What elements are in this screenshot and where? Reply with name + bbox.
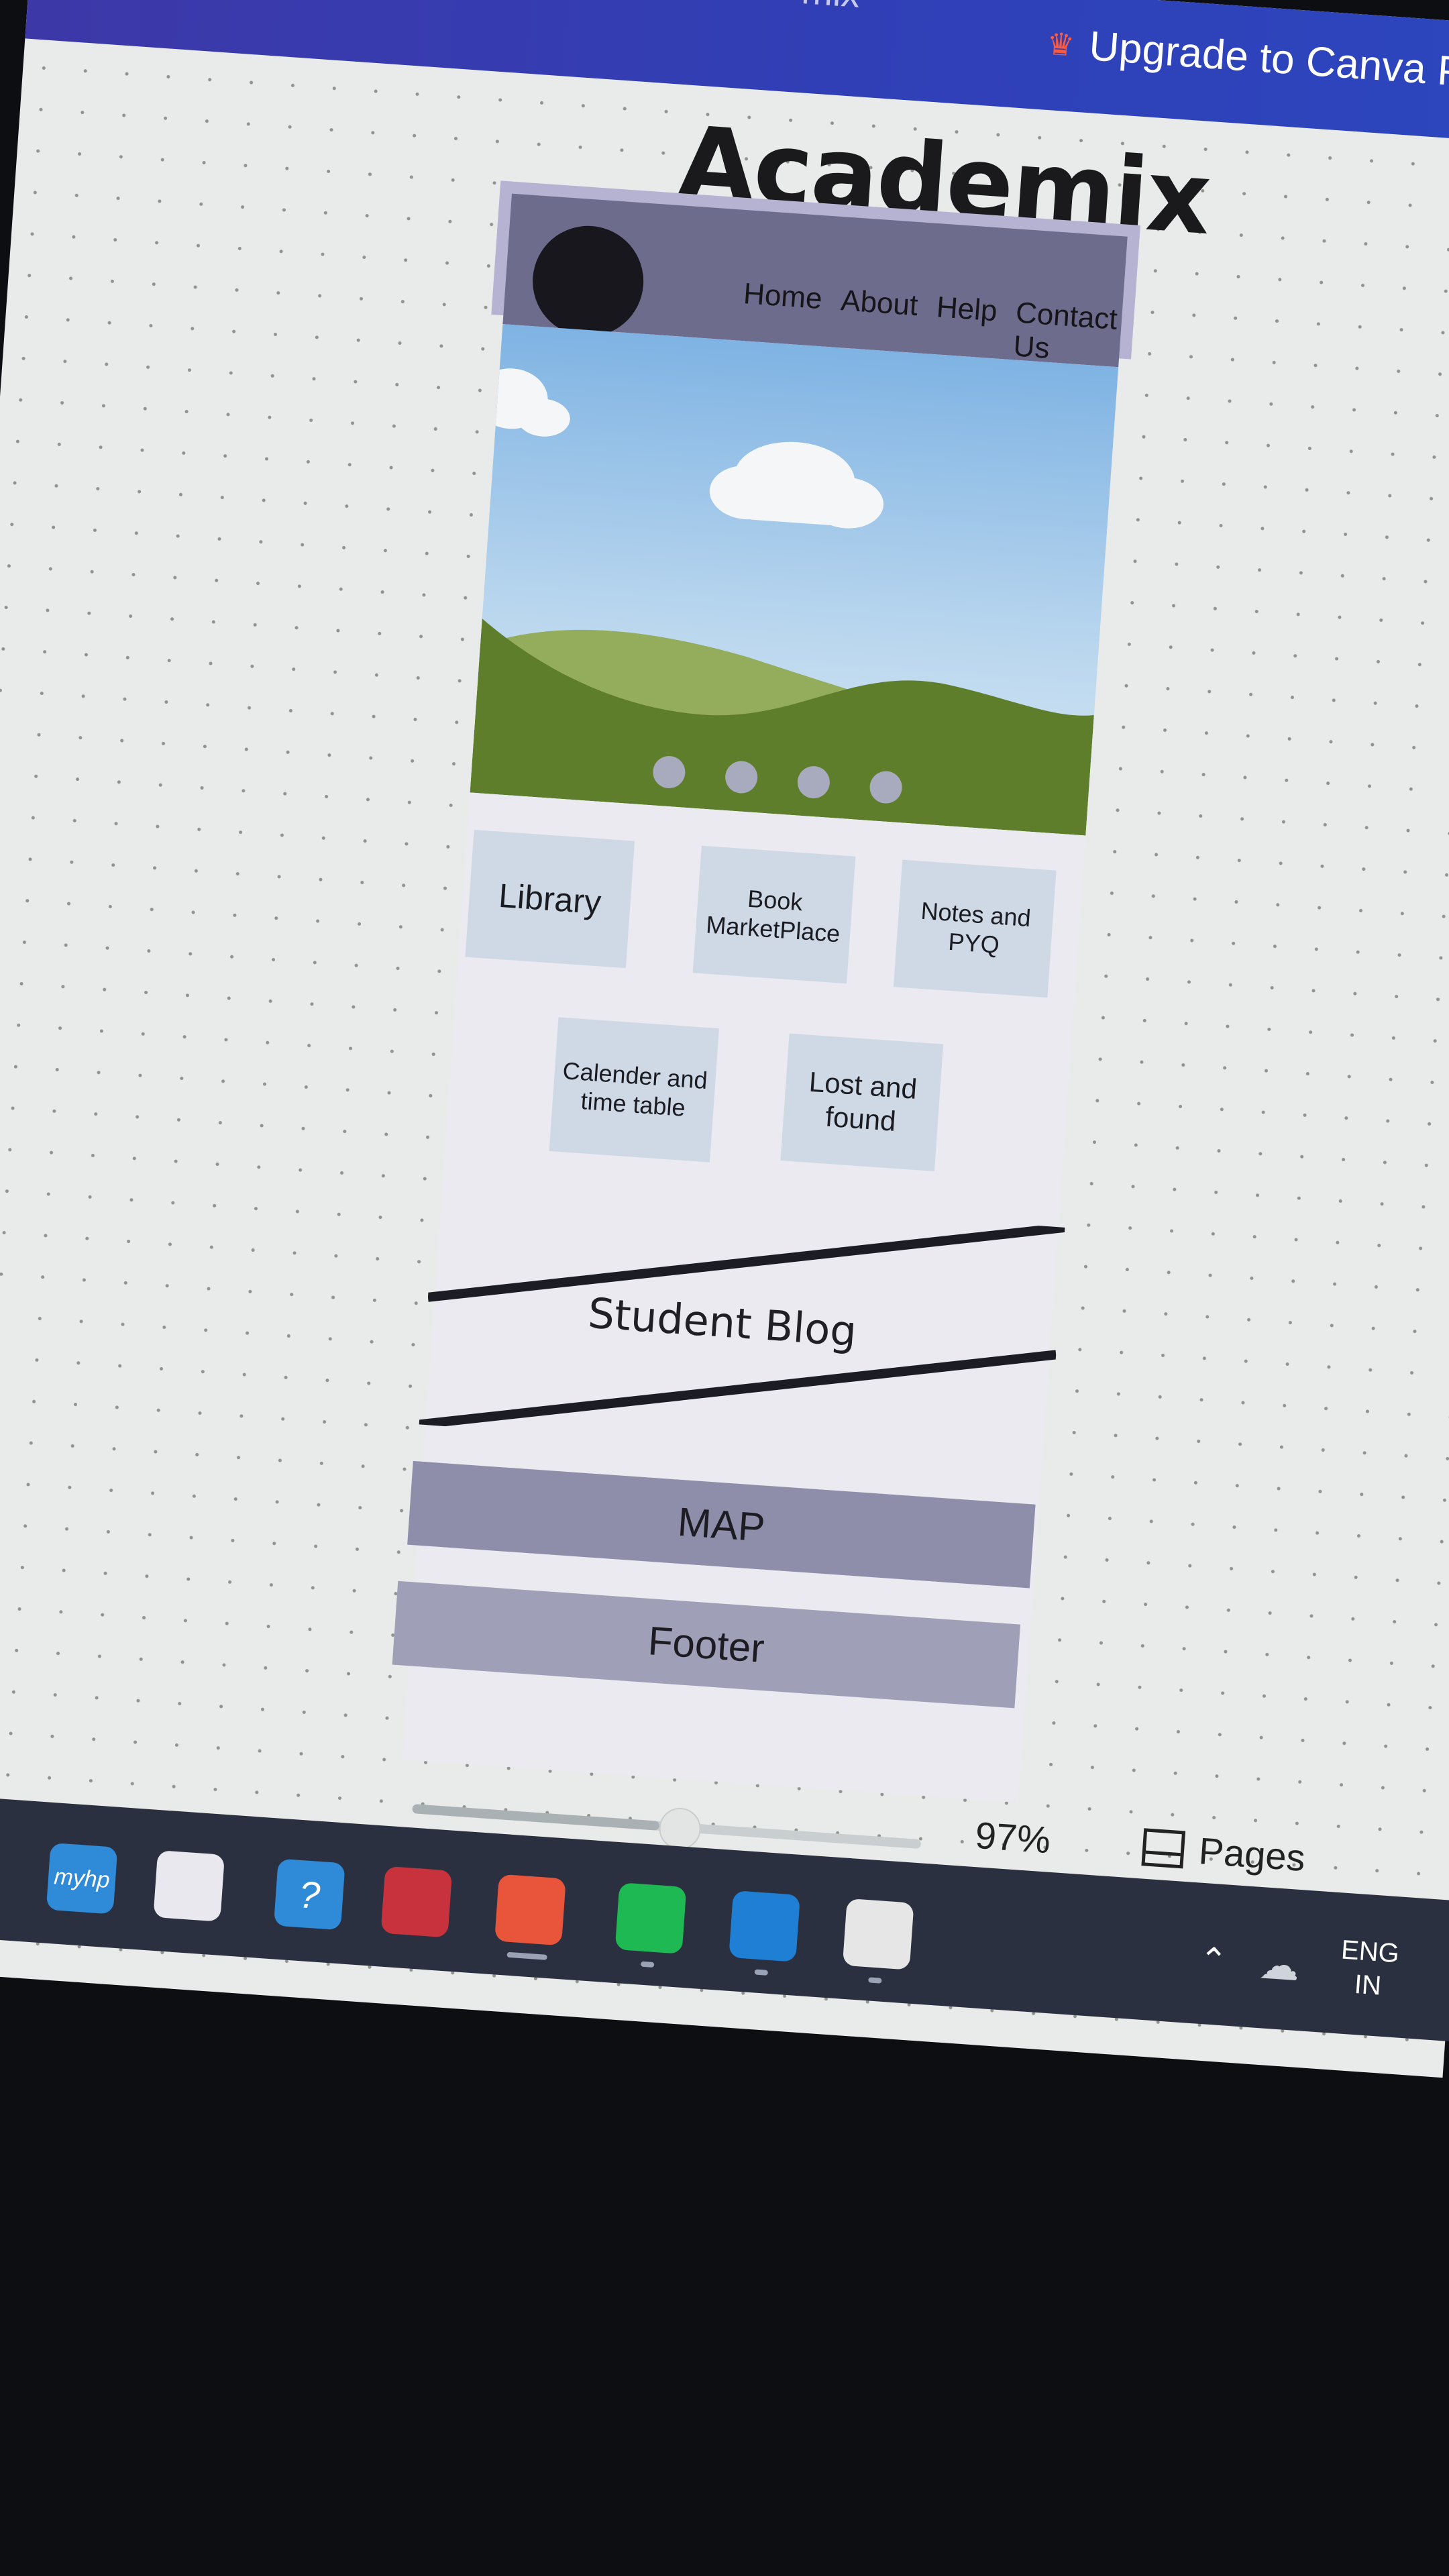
cloud-small-icon [474,368,570,437]
nav-help[interactable]: Help [933,290,998,362]
wireframe-page[interactable]: Home About Help Contact Us Library Book … [392,180,1140,1803]
pages-icon [1141,1827,1186,1868]
inkscape-icon[interactable] [842,1898,914,1970]
lang-code: ENG [1340,1935,1401,1969]
spotify-icon[interactable] [614,1882,687,1954]
hero-image[interactable] [470,324,1119,836]
pages-button[interactable]: Pages [1141,1825,1307,1880]
running-indicator [640,1961,655,1968]
running-indicator [506,1951,547,1960]
crown-icon: ♛ [1045,25,1076,62]
tile-lost-found[interactable]: Lost and found [780,1033,944,1172]
carousel-dot-1[interactable] [651,755,687,790]
nav-contact[interactable]: Contact Us [1012,296,1123,370]
zoom-slider-fill [412,1804,659,1831]
footer-section[interactable]: Footer [392,1580,1021,1709]
zoom-value[interactable]: 97% [974,1813,1052,1862]
upgrade-button[interactable]: ♛ Upgrade to Canva Pro [1045,19,1449,99]
screen: mix ♛ Upgrade to Canva Pro Academix Home… [0,0,1449,2078]
pages-label: Pages [1197,1829,1307,1880]
upgrade-label: Upgrade to Canva Pro [1087,23,1449,99]
running-indicator [868,1977,882,1984]
tile-notes-pyq[interactable]: Notes and PYQ [893,859,1057,998]
landscape-illustration [470,368,1094,836]
mcafee-icon[interactable] [380,1866,453,1938]
window-title: mix [800,0,861,16]
carousel-dot-2[interactable] [724,759,759,795]
logo-placeholder [529,222,647,341]
nav-home[interactable]: Home [740,277,824,350]
map-section[interactable]: MAP [407,1460,1036,1589]
help-icon[interactable]: ? [273,1858,345,1931]
cloud-icon [709,441,883,529]
running-indicator [754,1969,769,1976]
language-indicator[interactable]: ENG IN [1338,1933,1401,2004]
carousel-dot-3[interactable] [796,765,831,800]
chevron-up-icon[interactable]: ⌃ [1198,1940,1229,1981]
lang-region: IN [1353,1969,1383,2001]
tile-library[interactable]: Library [465,829,635,969]
zoom-slider-handle[interactable] [657,1806,702,1851]
microsoft-store-icon[interactable] [153,1850,225,1922]
carousel-dot-4[interactable] [868,770,904,805]
nav-about[interactable]: About [837,284,919,356]
brave-icon[interactable] [494,1874,566,1946]
onedrive-icon[interactable]: ☁ [1258,1941,1301,1990]
vscode-icon[interactable] [729,1890,800,1962]
myhp-icon[interactable]: myhp [46,1842,118,1915]
tile-book-marketplace[interactable]: Book MarketPlace [692,845,856,984]
tile-calender-timetable[interactable]: Calender and time table [549,1017,719,1163]
